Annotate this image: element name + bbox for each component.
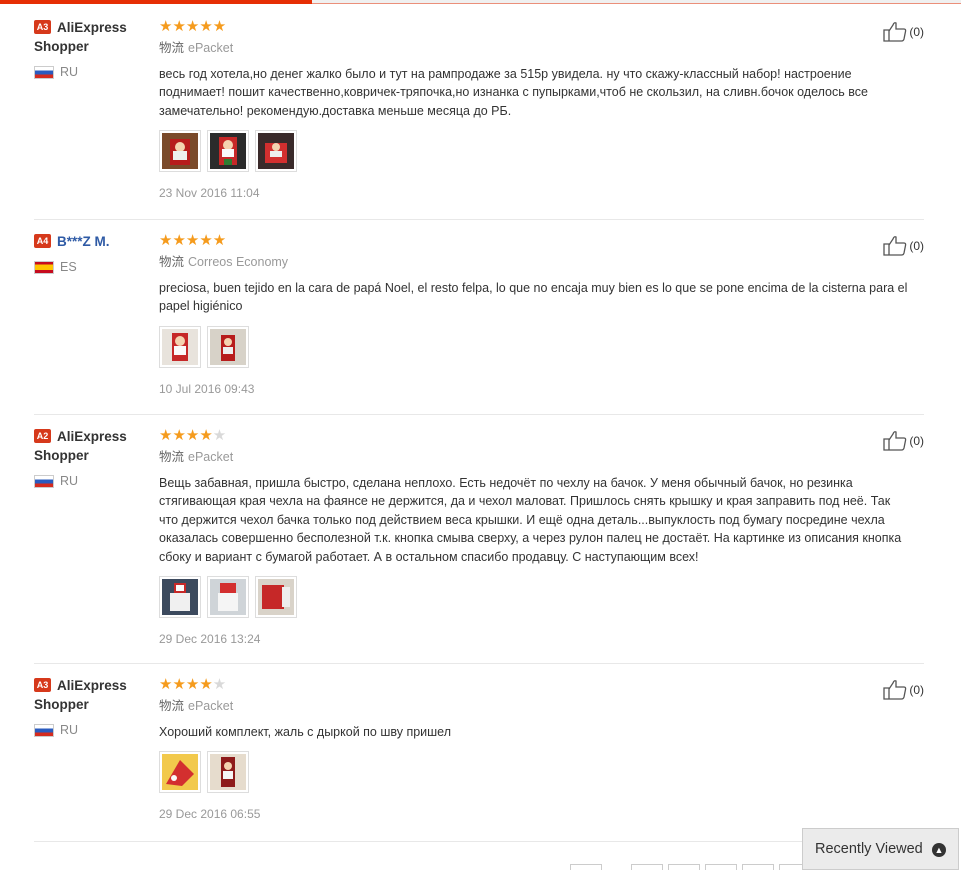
review-photos [159, 130, 909, 173]
review-item: A3 AliExpress Shopper RU ★★★★★ 物流 ePacket … [34, 18, 924, 220]
pagination [570, 864, 811, 870]
star-rating: ★★★★★ [159, 427, 227, 444]
reviewer-info: A3 AliExpress Shopper RU [34, 676, 144, 737]
star-rating: ★★★★★ [159, 676, 227, 693]
logistics-info: 物流 ePacket [159, 450, 234, 464]
review-photo[interactable] [207, 576, 249, 619]
thumbs-up-icon [883, 680, 907, 700]
review-date: 10 Jul 2016 09:43 [159, 381, 255, 396]
helpful-button[interactable]: (0) [883, 22, 924, 42]
reviewer-info: A4 B***Z M. ES [34, 232, 144, 274]
page-button[interactable] [742, 864, 774, 870]
review-photo[interactable] [207, 325, 249, 368]
helpful-button[interactable]: (0) [883, 680, 924, 700]
reviewer-name: A4 B***Z M. [34, 232, 144, 251]
review-photo[interactable] [159, 325, 201, 368]
page-button[interactable] [570, 864, 602, 870]
recently-viewed-button[interactable]: Recently Viewed ▲ [802, 828, 959, 870]
review-photo[interactable] [159, 576, 201, 619]
reviewer-info: A3 AliExpress Shopper RU [34, 18, 144, 79]
review-photos [159, 325, 909, 368]
tab-underline [0, 0, 961, 4]
russia-flag-icon [34, 474, 54, 488]
page-button[interactable] [668, 864, 700, 870]
review-photo[interactable] [255, 130, 297, 173]
review-photos [159, 576, 909, 619]
review-date: 23 Nov 2016 11:04 [159, 186, 260, 201]
level-badge: A4 [34, 234, 51, 248]
review-text: preciosa, buen tejido en la cara de papá… [159, 281, 908, 314]
reviewer-country: ES [34, 260, 144, 274]
level-badge: A3 [34, 678, 51, 692]
review-date: 29 Dec 2016 06:55 [159, 807, 261, 822]
reviewer-country: RU [34, 474, 144, 488]
review-text: Хороший комплект, жаль с дыркой по шву п… [159, 725, 452, 739]
logistics-info: 物流 ePacket [159, 41, 234, 55]
reviewer-name: A3 AliExpress Shopper [34, 20, 127, 54]
thumbs-up-icon [883, 431, 907, 451]
level-badge: A2 [34, 429, 51, 443]
russia-flag-icon [34, 723, 54, 737]
level-badge: A3 [34, 20, 51, 34]
review-item: A2 AliExpress Shopper RU ★★★★★ 物流 ePacket … [34, 427, 924, 664]
reviewer-country: RU [34, 65, 144, 79]
star-rating: ★★★★★ [159, 232, 227, 249]
star-rating: ★★★★★ [159, 18, 227, 35]
review-photo[interactable] [207, 130, 249, 173]
page-button[interactable] [631, 864, 663, 870]
helpful-button[interactable]: (0) [883, 236, 924, 256]
recently-viewed-label: Recently Viewed [815, 841, 923, 857]
thumbs-up-icon [883, 236, 907, 256]
review-photo[interactable] [159, 130, 201, 173]
helpful-button[interactable]: (0) [883, 431, 924, 451]
review-photo[interactable] [255, 576, 297, 619]
review-photo[interactable] [159, 751, 201, 794]
thumbs-up-icon [883, 22, 907, 42]
russia-flag-icon [34, 65, 54, 79]
review-photo[interactable] [207, 751, 249, 794]
reviewer-name: A3 AliExpress Shopper [34, 678, 127, 712]
review-text: весь год хотела,но денег жалко было и ту… [159, 67, 868, 118]
review-date: 29 Dec 2016 13:24 [159, 632, 261, 647]
review-photos [159, 751, 909, 794]
logistics-info: 物流 Correos Economy [159, 255, 289, 269]
spain-flag-icon [34, 260, 54, 274]
page-button[interactable] [705, 864, 737, 870]
review-text: Вещь забавная, пришла быстро, сделана не… [159, 476, 902, 564]
review-item: A4 B***Z M. ES ★★★★★ 物流 Correos Economy pr… [34, 232, 924, 415]
reviewer-info: A2 AliExpress Shopper RU [34, 427, 144, 488]
review-item: A3 AliExpress Shopper RU ★★★★★ 物流 ePacket … [34, 676, 924, 842]
chevron-up-icon: ▲ [932, 843, 946, 857]
logistics-info: 物流 ePacket [159, 699, 234, 713]
reviewer-country: RU [34, 723, 144, 737]
reviewer-name: A2 AliExpress Shopper [34, 429, 127, 463]
